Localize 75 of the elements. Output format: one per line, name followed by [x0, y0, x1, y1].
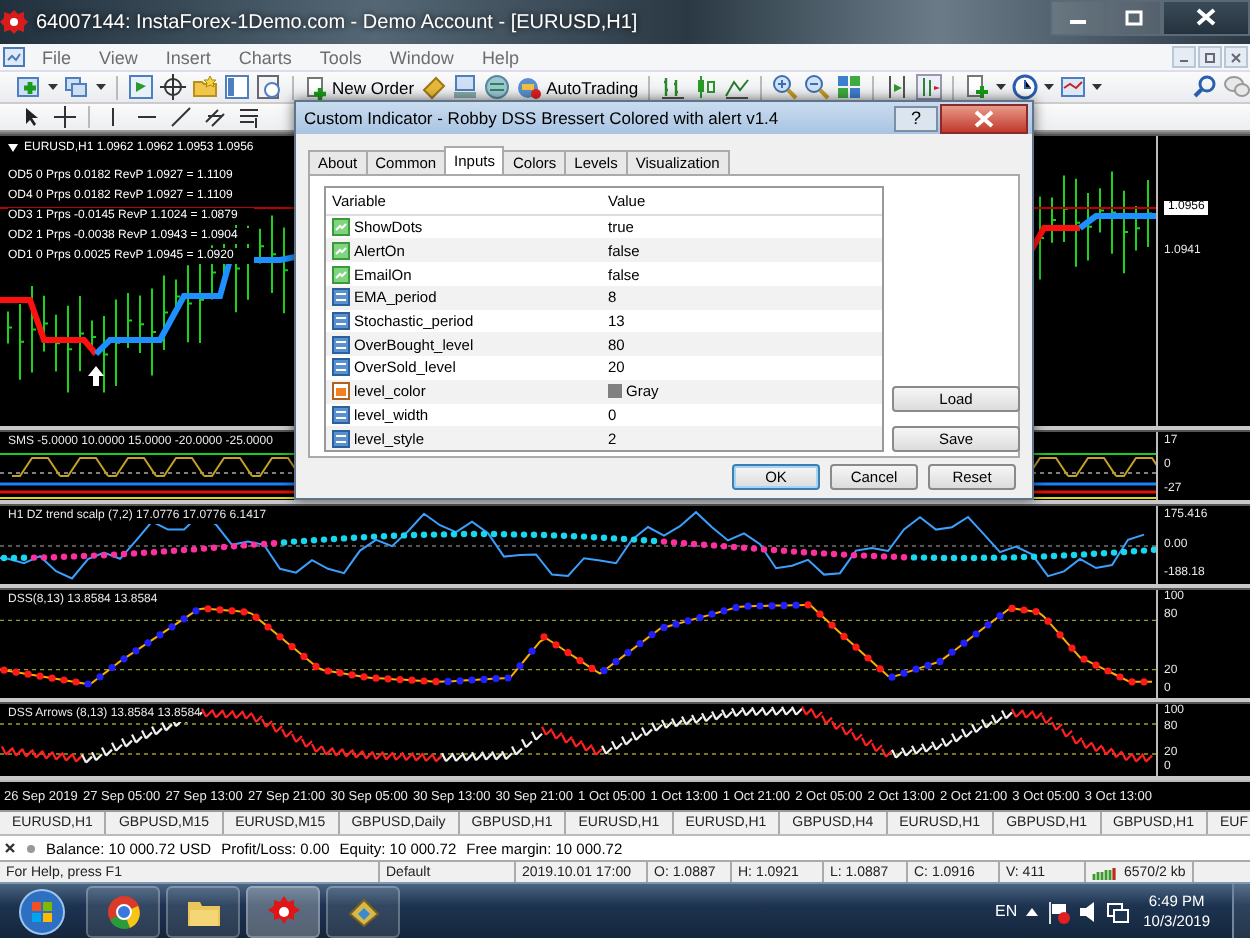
restore-icon[interactable]	[1204, 51, 1216, 63]
panel-icon[interactable]	[224, 74, 250, 100]
monitor-icon[interactable]	[452, 74, 479, 100]
caret-icon[interactable]	[996, 82, 1007, 92]
windows-icon[interactable]	[64, 74, 90, 100]
clock-icon[interactable]	[1012, 74, 1039, 100]
integer-icon	[332, 429, 350, 448]
caret-icon[interactable]	[1044, 82, 1055, 92]
menu-item[interactable]: File	[28, 47, 86, 67]
integer-icon	[332, 335, 350, 354]
menu-item[interactable]: Window	[375, 47, 468, 67]
menu-item[interactable]: Charts	[224, 47, 306, 67]
tile-windows-icon[interactable]	[836, 74, 863, 100]
menu-item[interactable]: Tools	[305, 47, 376, 67]
clock-window-icon[interactable]	[256, 74, 282, 100]
close-button[interactable]	[1162, 0, 1250, 35]
up-arrow-icon	[88, 366, 104, 386]
template-icon[interactable]	[1060, 74, 1087, 100]
crosshair-icon[interactable]	[160, 74, 186, 100]
maximize-icon[interactable]	[1124, 9, 1144, 25]
close-button[interactable]	[940, 103, 1028, 133]
minimize-button[interactable]	[1172, 46, 1196, 68]
taskbar-button[interactable]	[86, 885, 160, 937]
caret-up-icon[interactable]	[1023, 905, 1040, 917]
crosshair-icon[interactable]	[54, 106, 76, 128]
line-chart-icon[interactable]	[724, 74, 751, 100]
app-icon	[0, 8, 28, 36]
taskbar-button[interactable]	[166, 885, 240, 937]
chart-shift-icon[interactable]	[884, 74, 911, 100]
autotrading-button[interactable]: AutoTrading	[516, 75, 639, 99]
boolean-icon	[332, 265, 350, 284]
show-desktop-button[interactable]	[1232, 883, 1250, 938]
autoscroll-icon[interactable]	[916, 74, 943, 100]
menu-item[interactable]: View	[85, 47, 152, 67]
integer-icon	[332, 358, 350, 377]
caret-icon[interactable]	[96, 82, 106, 92]
maximize-button[interactable]	[1106, 0, 1162, 35]
fibonacci-icon[interactable]	[238, 106, 260, 128]
browser-icon[interactable]	[105, 893, 141, 929]
add-chart-icon[interactable]	[16, 74, 42, 100]
dialog-title: Custom Indicator - Robby DSS Bressert Colored with alert v1.4	[304, 108, 781, 128]
menu-item[interactable]: Insert	[151, 47, 225, 67]
integer-icon	[332, 405, 350, 424]
integer-icon	[332, 288, 350, 307]
bar-chart-icon[interactable]	[660, 74, 687, 100]
dropdown-triangle-icon[interactable]	[8, 144, 18, 152]
chat-icon[interactable]	[1224, 74, 1250, 100]
gear-icon[interactable]	[265, 893, 301, 929]
caret-icon[interactable]	[48, 82, 58, 92]
globe-icon[interactable]	[484, 74, 511, 100]
status-dot-icon	[26, 843, 36, 853]
minimize-button[interactable]	[1050, 0, 1106, 35]
search-icon[interactable]	[1192, 74, 1218, 100]
zoom-out-icon[interactable]	[804, 74, 831, 100]
speaker-icon[interactable]	[1075, 899, 1100, 923]
caret-icon[interactable]	[1092, 82, 1103, 92]
color-swatch[interactable]	[608, 384, 622, 399]
document-plus-icon[interactable]	[304, 75, 328, 99]
cursor-icon[interactable]	[20, 106, 42, 128]
window-title: 64007144: InstaForex-1Demo.com - Demo Account - [EURUSD,H1]	[36, 11, 638, 33]
candlestick-icon[interactable]	[692, 74, 719, 100]
boolean-icon	[332, 241, 350, 260]
language-indicator[interactable]: EN	[995, 902, 1018, 920]
close-icon[interactable]	[4, 842, 16, 854]
folder-star-icon[interactable]	[192, 74, 218, 100]
taskbar-button[interactable]	[326, 885, 400, 937]
flag-icon[interactable]	[1045, 899, 1070, 923]
restore-button[interactable]	[1198, 46, 1222, 68]
palette-icon	[332, 382, 350, 401]
signal-bars-icon	[1092, 865, 1120, 879]
trendline-icon[interactable]	[170, 106, 192, 128]
menu-item[interactable]: Help	[467, 47, 533, 67]
network-icon[interactable]	[1105, 899, 1130, 923]
integer-icon	[332, 312, 350, 330]
help-button[interactable]: ?	[894, 105, 938, 131]
